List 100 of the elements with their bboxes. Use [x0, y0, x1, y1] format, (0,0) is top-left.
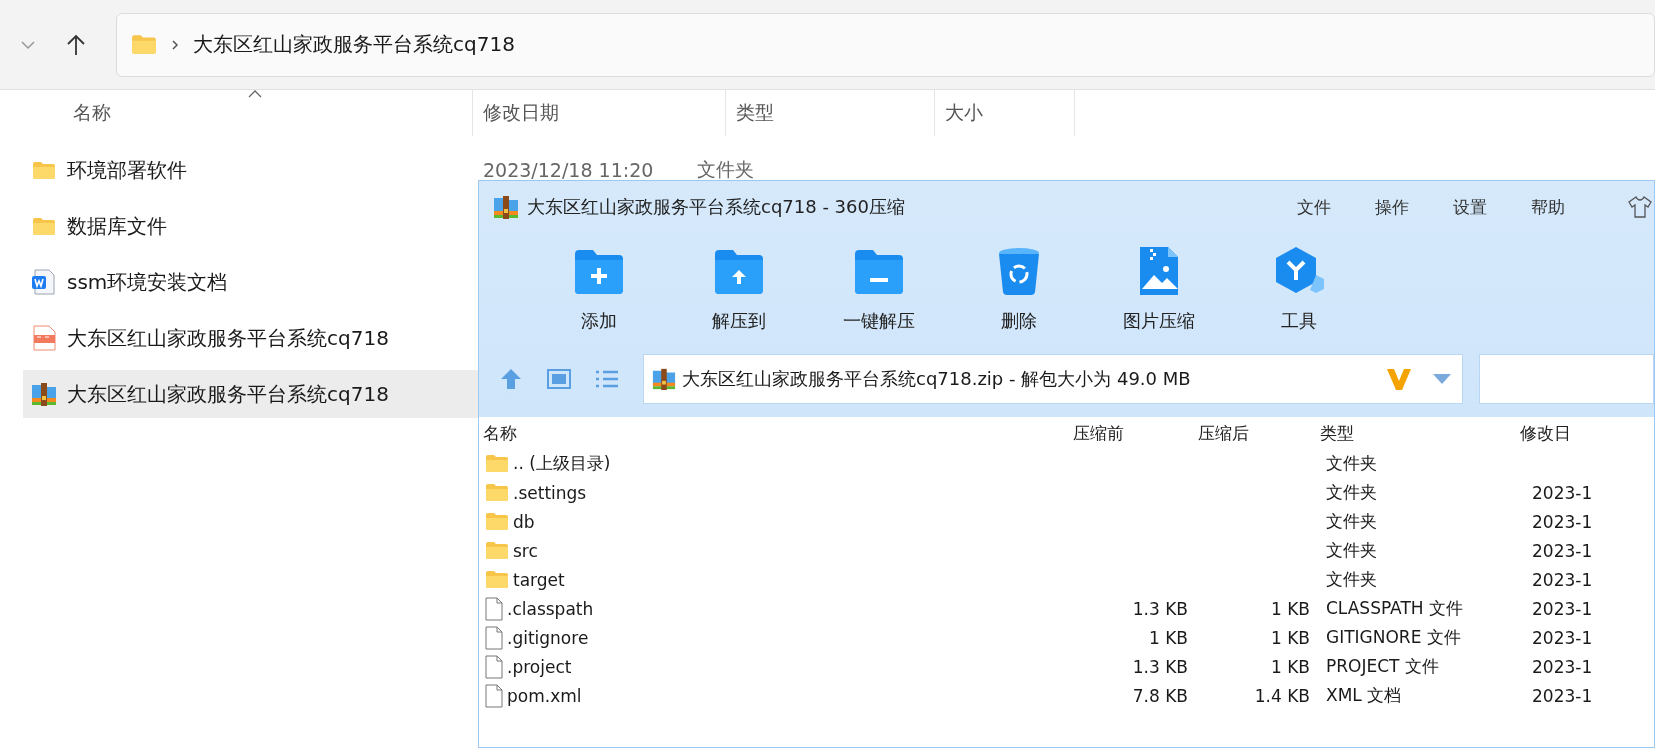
minus-folder-icon — [853, 248, 905, 294]
column-header[interactable]: 修改日 — [1516, 421, 1654, 445]
address-bar[interactable]: 大东区红山家政服务平台系统cq718 — [116, 12, 1655, 77]
entry-type: CLASSPATH 文件 — [1326, 598, 1463, 618]
column-header[interactable]: 名称 — [23, 90, 473, 136]
compressed-size: 1 KB — [1270, 627, 1310, 648]
folder-icon — [32, 160, 56, 180]
trash-bin-icon — [997, 246, 1041, 296]
archive-row[interactable]: .. (上级目录) 文件夹 — [479, 449, 1654, 478]
entry-type: XML 文档 — [1326, 685, 1402, 705]
folder-icon — [485, 570, 509, 589]
entry-type: 文件夹 — [1326, 540, 1377, 560]
entry-name: pom.xml — [507, 685, 582, 706]
file-name: 大东区红山家政服务平台系统cq718 — [67, 324, 389, 352]
archive-row[interactable]: .settings 文件夹 2023-1 — [479, 478, 1654, 507]
file-row[interactable]: 数据库文件 — [23, 202, 478, 250]
thumbnail-view-icon — [547, 369, 571, 389]
entry-type: 文件夹 — [1326, 511, 1377, 531]
sort-caret-icon — [248, 90, 262, 98]
column-header[interactable]: 类型 — [1316, 421, 1516, 445]
entry-name: .classpath — [507, 598, 594, 619]
column-header[interactable]: 修改日期 — [473, 90, 726, 136]
toolbar-button[interactable]: 图片压缩 — [1089, 233, 1229, 351]
archive-row[interactable]: .classpath 1.3 KB 1 KB CLASSPATH 文件 2023-1 — [479, 594, 1654, 623]
breadcrumb[interactable]: 大东区红山家政服务平台系统cq718 — [193, 31, 515, 58]
modified-date: 2023-1 — [1532, 598, 1593, 619]
shirt-icon[interactable] — [1628, 196, 1652, 218]
modified-date: 2023-1 — [1532, 511, 1593, 532]
file-icon — [485, 596, 503, 621]
folder-icon — [131, 34, 157, 55]
menu-item[interactable]: 文件 — [1297, 195, 1331, 219]
file-icon — [485, 683, 503, 708]
word-document-icon — [31, 269, 57, 295]
archive-row[interactable]: target 文件夹 2023-1 — [479, 565, 1654, 594]
compressed-size: 1.4 KB — [1254, 685, 1310, 706]
add-folder-icon — [573, 248, 625, 294]
file-row[interactable]: 大东区红山家政服务平台系统cq718 — [23, 314, 478, 362]
up-arrow-icon — [500, 368, 522, 390]
archive-icon — [493, 194, 519, 220]
archive-path: 大东区红山家政服务平台系统cq718.zip - 解包大小为 49.0 MB — [682, 367, 1192, 391]
window-title: 大东区红山家政服务平台系统cq718 - 360压缩 — [527, 195, 906, 219]
menu-item[interactable]: 帮助 — [1531, 195, 1565, 219]
column-header[interactable]: 压缩后 — [1194, 421, 1316, 445]
menu-item[interactable]: 设置 — [1453, 195, 1487, 219]
file-name: 环境部署软件 — [67, 156, 187, 184]
entry-type: 文件夹 — [1326, 482, 1377, 502]
compressed-size: 1 KB — [1270, 598, 1310, 619]
entry-type: GITIGNORE 文件 — [1326, 627, 1461, 647]
modified-date: 2023-1 — [1532, 685, 1593, 706]
compressed-size: 1 KB — [1270, 656, 1310, 677]
original-size: 1 KB — [1148, 627, 1188, 648]
modified-date: 2023-1 — [1532, 656, 1593, 677]
toolbar-button[interactable]: 删除 — [949, 233, 1089, 351]
v-logo-icon — [1386, 367, 1412, 391]
upload-folder-icon — [713, 248, 765, 294]
toolbar-button[interactable]: 添加 — [529, 233, 669, 351]
entry-type: PROJECT 文件 — [1326, 656, 1439, 676]
toolbar-button[interactable]: 一键解压 — [809, 233, 949, 351]
file-row[interactable]: 大东区红山家政服务平台系统cq718 — [23, 370, 478, 418]
folder-icon — [485, 483, 509, 502]
toolbar-button[interactable]: 解压到 — [669, 233, 809, 351]
entry-name: src — [513, 540, 538, 561]
modified-date: 2023-1 — [1532, 627, 1593, 648]
list-icon — [595, 369, 619, 389]
file-row[interactable]: ssm环境安装文档 — [23, 258, 478, 306]
entry-name: .. (上级目录) — [513, 452, 611, 475]
chevron-down-icon — [20, 39, 36, 50]
archive-row[interactable]: .gitignore 1 KB 1 KB GITIGNORE 文件 2023-1 — [479, 623, 1654, 652]
folder-icon — [485, 454, 509, 473]
up-arrow-icon — [66, 33, 86, 56]
chevron-right-icon — [171, 38, 179, 51]
column-header[interactable]: 类型 — [726, 90, 935, 136]
entry-type: 文件夹 — [1326, 453, 1377, 473]
archive-icon — [652, 367, 676, 391]
archive-row[interactable]: db 文件夹 2023-1 — [479, 507, 1654, 536]
original-size: 1.3 KB — [1132, 656, 1188, 677]
archive-icon — [31, 381, 57, 407]
file-icon — [485, 625, 503, 650]
file-type: 文件夹 — [697, 157, 754, 182]
column-header[interactable]: 名称 — [479, 421, 1069, 445]
file-name: 大东区红山家政服务平台系统cq718 — [67, 380, 389, 408]
modified-date: 2023-1 — [1532, 540, 1593, 561]
column-header[interactable]: 压缩前 — [1069, 421, 1194, 445]
original-size: 1.3 KB — [1132, 598, 1188, 619]
modified-date: 2023-1 — [1532, 569, 1593, 590]
column-header[interactable]: 大小 — [935, 90, 1075, 136]
original-size: 7.8 KB — [1132, 685, 1188, 706]
menu-item[interactable]: 操作 — [1375, 195, 1409, 219]
modified-date: 2023-1 — [1532, 482, 1593, 503]
archive-row[interactable]: src 文件夹 2023-1 — [479, 536, 1654, 565]
video-file-icon — [31, 325, 57, 351]
archive-row[interactable]: pom.xml 7.8 KB 1.4 KB XML 文档 2023-1 — [479, 681, 1654, 710]
search-field[interactable] — [1479, 354, 1654, 404]
archive-row[interactable]: .project 1.3 KB 1 KB PROJECT 文件 2023-1 — [479, 652, 1654, 681]
folder-icon — [485, 541, 509, 560]
dropdown-triangle-icon[interactable] — [1432, 373, 1452, 385]
folder-icon — [32, 216, 56, 236]
path-bar[interactable]: 大东区红山家政服务平台系统cq718.zip - 解包大小为 49.0 MB — [643, 354, 1463, 404]
entry-name: db — [513, 511, 535, 532]
toolbar-button[interactable]: 工具 — [1229, 233, 1369, 351]
